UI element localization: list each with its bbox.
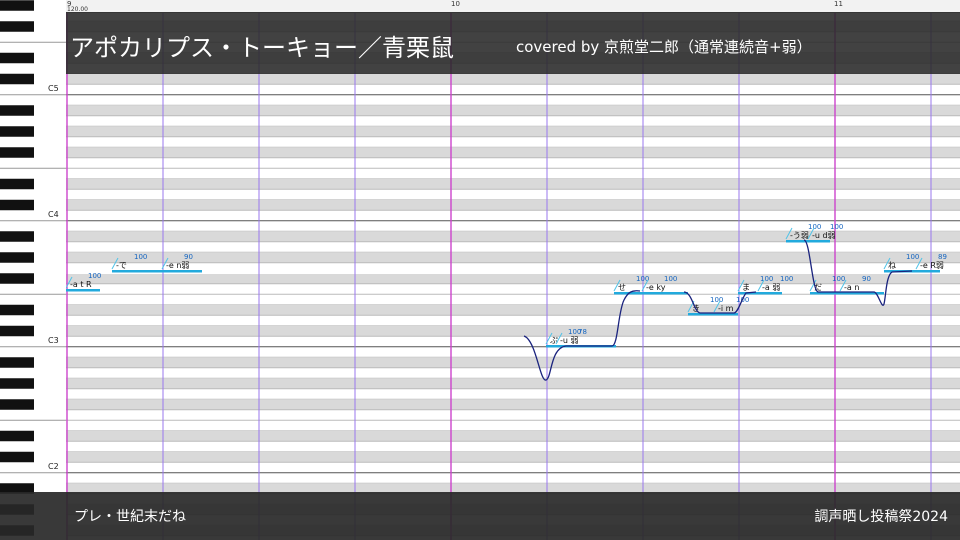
note-velocity: 100 [830, 223, 843, 231]
piano-keyboard[interactable]: C5 C4 C3 C2 [0, 0, 66, 540]
song-title: アポカリプス・トーキョー／青栗鼠 [70, 34, 454, 62]
footer-overlay: プレ・世紀末だね 調声晒し投稿祭2024 [0, 492, 960, 540]
note-lyric: -a t R [70, 280, 92, 289]
black-key[interactable] [0, 105, 34, 116]
pitch-row-shaded [66, 73, 960, 85]
piano-roll-grid[interactable]: -a t R 100 -で 100 -e n弱 90 ぷ 100 -u 弱 78 せ 100 -e ky… [66, 0, 960, 540]
black-key[interactable] [0, 178, 34, 190]
pitch-row-shaded [66, 199, 960, 211]
pitch-row-shaded [66, 451, 960, 463]
black-key[interactable] [0, 325, 34, 337]
black-key[interactable] [0, 199, 34, 211]
note-velocity: 90 [184, 253, 193, 261]
note-velocity: 100 [832, 275, 845, 283]
pitch-row-shaded [66, 147, 960, 158]
note-velocity: 100 [760, 275, 773, 283]
note-lyric: ぷ [550, 336, 558, 345]
note-velocity: 100 [906, 253, 919, 261]
octave-label: C3 [48, 336, 59, 345]
pitch-row-shaded [66, 357, 960, 368]
octave-label: C5 [48, 84, 59, 93]
title-overlay: アポカリプス・トーキョー／青栗鼠 covered by 京煎堂二郎（通常連続音+… [66, 12, 960, 74]
black-key[interactable] [0, 451, 34, 463]
pitch-row-shaded [66, 430, 960, 442]
note-velocity: 100 [780, 275, 793, 283]
note-lyric: -u 弱 [560, 336, 579, 345]
note-velocity: 100 [134, 253, 147, 261]
note-lyric: ま [742, 283, 750, 292]
pitch-row-shaded [66, 325, 960, 337]
measure-number: 10 [451, 0, 460, 8]
pitch-row-shaded [66, 126, 960, 137]
measure-number: 11 [834, 0, 843, 8]
note-lyric: -e ky [646, 283, 666, 292]
black-key[interactable] [0, 52, 34, 64]
note-velocity: 90 [862, 275, 871, 283]
note-lyric: せ [618, 283, 626, 292]
note-velocity: 100 [88, 272, 101, 280]
black-key[interactable] [0, 231, 34, 242]
note-lyric: -i m [718, 304, 734, 313]
black-key[interactable] [0, 378, 34, 389]
note-lyric: -u d弱 [812, 231, 836, 240]
black-key[interactable] [0, 147, 34, 158]
black-key[interactable] [0, 0, 34, 11]
octave-label: C2 [48, 462, 59, 471]
pitch-row-shaded [66, 378, 960, 389]
black-key[interactable] [0, 430, 34, 442]
black-key[interactable] [0, 304, 34, 316]
pitch-row-shaded [66, 304, 960, 316]
note-lyric: -e R弱 [920, 261, 944, 270]
event-name: 調声晒し投稿祭2024 [814, 509, 948, 525]
note-velocity: 78 [578, 328, 587, 336]
pitch-row-shaded [66, 105, 960, 116]
lyric-caption: プレ・世紀末だね [74, 509, 186, 525]
note-lyric: -e n弱 [166, 261, 189, 270]
keyboard-keys[interactable] [0, 0, 66, 540]
note-lyric: -a n [844, 283, 859, 292]
black-key[interactable] [0, 21, 34, 32]
note-velocity: 100 [808, 223, 821, 231]
black-key[interactable] [0, 73, 34, 85]
pitch-row-shaded [66, 399, 960, 410]
black-key[interactable] [0, 357, 34, 368]
black-key[interactable] [0, 252, 34, 263]
note-layer[interactable]: -a t R100-で100-e n弱90ぷ100-u 弱78せ100-e ky… [66, 0, 960, 540]
note-velocity: 100 [664, 275, 677, 283]
black-key[interactable] [0, 399, 34, 410]
note-velocity: 89 [938, 253, 947, 261]
pitch-row-shaded [66, 178, 960, 190]
octave-label: C4 [48, 210, 59, 219]
note-lyric: -で [116, 261, 127, 270]
black-key[interactable] [0, 126, 34, 137]
pitch-row-shaded [66, 273, 960, 284]
note-velocity: 100 [710, 296, 723, 304]
black-key[interactable] [0, 273, 34, 284]
note-lyric: ね [888, 261, 896, 270]
note-lyric: -う弱 [790, 231, 809, 240]
note-lyric: -a 弱 [762, 283, 780, 292]
pitch-row-shaded [66, 252, 960, 263]
cover-credit: covered by 京煎堂二郎（通常連続音+弱） [516, 38, 812, 56]
